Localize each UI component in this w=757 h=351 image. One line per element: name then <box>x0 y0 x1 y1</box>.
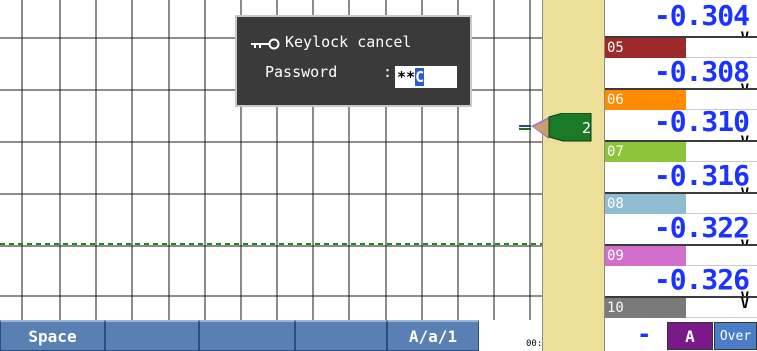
softkey-4[interactable] <box>295 320 387 351</box>
over-indicator[interactable]: Over <box>714 322 757 350</box>
value-ch04: -0.304 <box>653 0 750 32</box>
password-cursor: C <box>415 68 425 86</box>
password-colon: : <box>383 63 393 81</box>
value-ch06: -0.310 <box>653 105 750 138</box>
channel-row-10: 10 <box>605 296 757 318</box>
softkey-2[interactable] <box>105 320 199 351</box>
keylock-dialog: Keylock cancel Password : **C <box>235 15 472 107</box>
mode-indicator[interactable]: A <box>667 322 713 350</box>
marker-label: 2 <box>582 119 591 137</box>
scale-strip <box>542 0 605 351</box>
channel-marker: 2 <box>519 112 595 147</box>
value-ch05: -0.308 <box>653 55 750 88</box>
password-masked: ** <box>397 68 416 86</box>
softkey-input-mode[interactable]: A/a/1 <box>387 320 479 351</box>
value-ch09: -0.326 <box>653 263 750 296</box>
softkey-bar: Space A/a/1 <box>0 320 542 351</box>
value-ch08: -0.322 <box>653 211 750 244</box>
status-readout: 00: <box>526 339 543 349</box>
password-input[interactable]: **C <box>395 66 457 88</box>
marker-tail-icon <box>519 117 549 139</box>
unit-ch10: V <box>740 296 749 312</box>
password-label: Password <box>265 63 338 81</box>
channel-id-10: 10 <box>605 298 686 318</box>
key-icon <box>251 36 281 50</box>
dialog-title: Keylock cancel <box>285 33 412 51</box>
digital-panel: -0.304 V 05 -0.308 V 06 -0.310 V 07 -0.3… <box>605 0 757 351</box>
dialog-title-row: Keylock cancel <box>251 33 411 51</box>
softkey-3[interactable] <box>199 320 295 351</box>
value-ch10: - <box>637 320 652 348</box>
value-ch07: -0.316 <box>653 159 750 192</box>
softkey-space[interactable]: Space <box>0 320 105 351</box>
